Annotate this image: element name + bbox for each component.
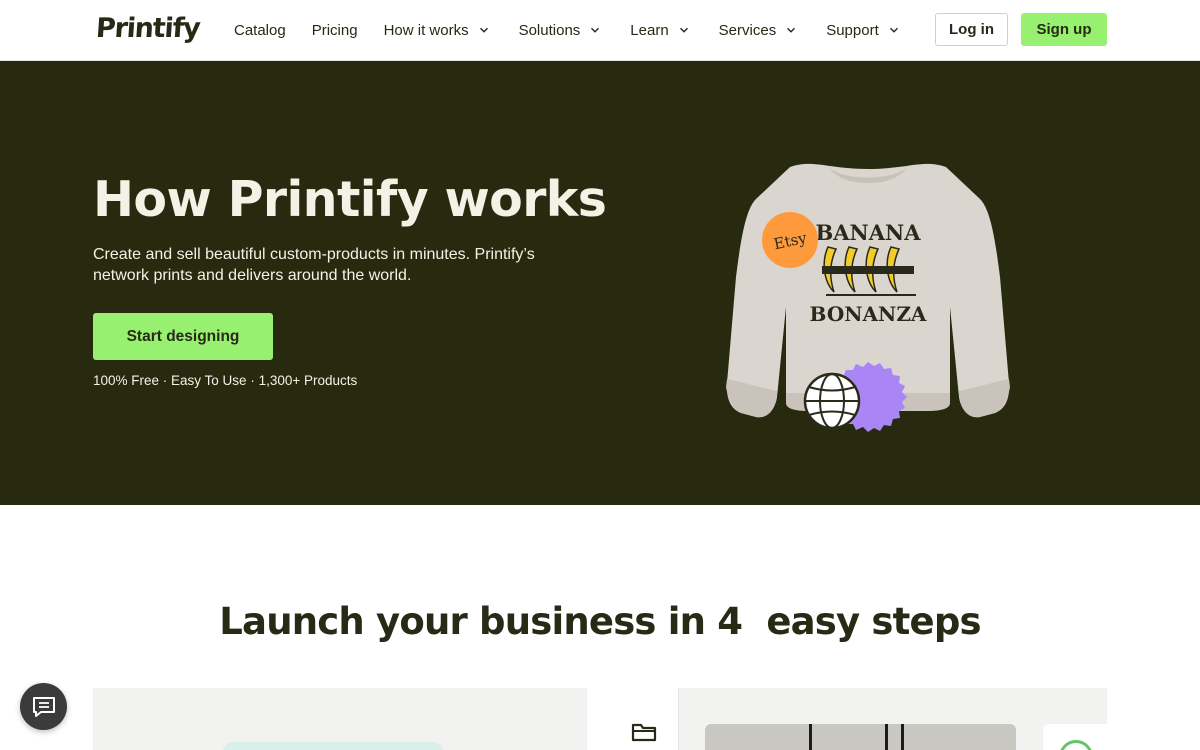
- shirt-print-top: BANANA: [815, 220, 921, 245]
- chevron-down-icon: [787, 27, 796, 33]
- site-header: Printify Catalog Pricing How it works So…: [0, 0, 1200, 61]
- nav-how-it-works-label: How it works: [383, 21, 469, 39]
- folder-icon[interactable]: [631, 721, 657, 743]
- chevron-down-icon: [591, 27, 600, 33]
- hero-subtitle: Create and sell beautiful custom-product…: [93, 246, 535, 284]
- step-card-image: [223, 742, 443, 750]
- nav-support-label: Support: [826, 21, 879, 39]
- chat-icon: [32, 696, 55, 717]
- shirt-print-bottom: BONANZA: [810, 302, 927, 326]
- nav-support[interactable]: Support: [826, 22, 899, 39]
- steps-title: Launch your business in 4 easy steps: [219, 600, 981, 643]
- sweatshirt-illustration: BANANA BONANZA Etsy: [726, 163, 1010, 432]
- hero-section: How Printify works Create and sell beaut…: [0, 61, 1200, 505]
- login-button[interactable]: Log in: [935, 13, 1008, 46]
- nav-learn[interactable]: Learn: [630, 22, 688, 39]
- printify-logo[interactable]: Printify: [95, 13, 201, 44]
- preview-divider: [809, 724, 812, 750]
- nav-solutions-label: Solutions: [518, 21, 581, 39]
- hero-features: 100% Free · Easy To Use · 1,300+ Product…: [93, 373, 358, 388]
- main-nav: Catalog Pricing How it works Solutions L…: [234, 0, 929, 60]
- nav-catalog[interactable]: Catalog: [234, 22, 286, 39]
- nav-solutions[interactable]: Solutions: [519, 22, 601, 39]
- nav-services-label: Services: [718, 21, 777, 39]
- nav-services[interactable]: Services: [719, 22, 797, 39]
- signup-button[interactable]: Sign up: [1021, 13, 1107, 46]
- nav-catalog-label: Catalog: [234, 21, 286, 39]
- preview-divider: [885, 724, 888, 750]
- nav-how-it-works[interactable]: How it works: [384, 22, 489, 39]
- nav-pricing[interactable]: Pricing: [312, 22, 358, 39]
- chevron-down-icon: [479, 27, 488, 33]
- editor-sidebar: [613, 688, 679, 750]
- start-designing-button[interactable]: Start designing: [93, 313, 273, 360]
- hero-title: How Printify works: [93, 171, 607, 228]
- chat-button[interactable]: [20, 683, 67, 730]
- etsy-badge: Etsy: [762, 212, 818, 268]
- preview-divider: [901, 724, 904, 750]
- chevron-down-icon: [679, 27, 688, 33]
- chevron-down-icon: [889, 27, 898, 33]
- nav-learn-label: Learn: [630, 21, 669, 39]
- nav-pricing-label: Pricing: [311, 21, 358, 39]
- step-card-create: [93, 688, 587, 750]
- step-card-design: [613, 688, 1107, 750]
- product-preview: [705, 724, 1016, 750]
